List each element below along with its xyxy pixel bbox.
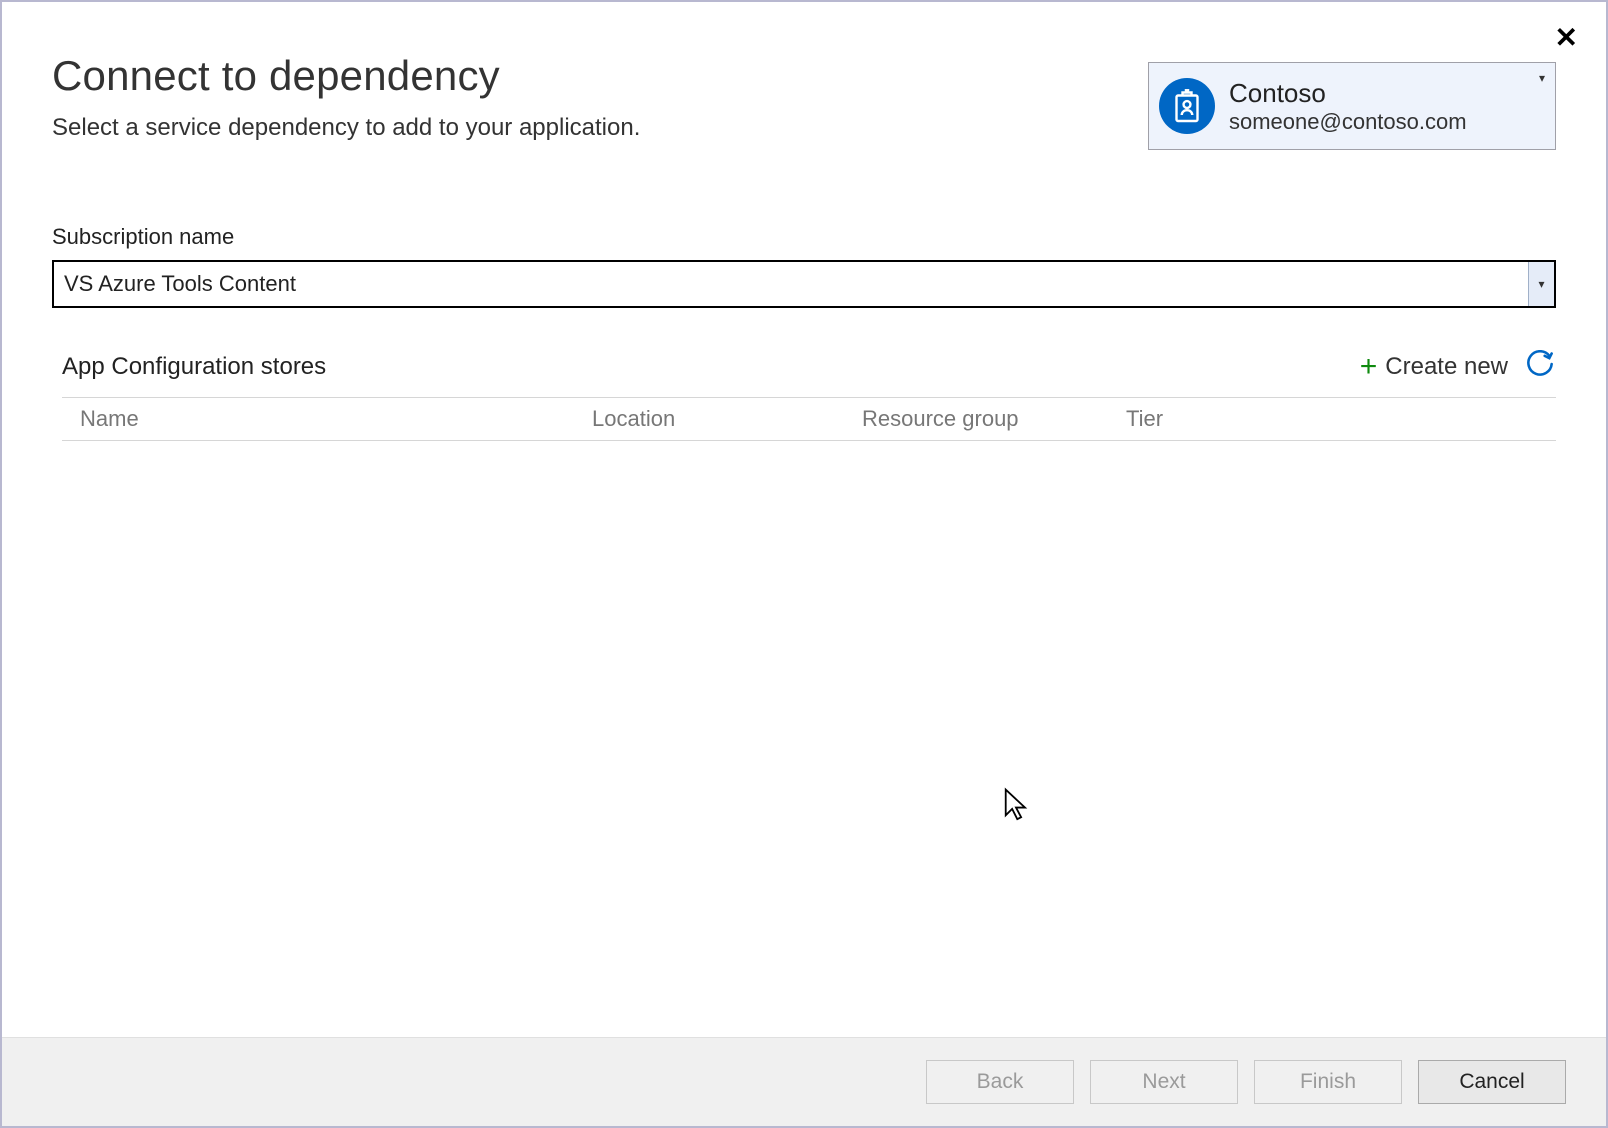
page-subtitle: Select a service dependency to add to yo… <box>52 114 1148 142</box>
create-new-button[interactable]: + Create new <box>1360 352 1508 382</box>
column-location: Location <box>592 406 862 432</box>
table-header: Name Location Resource group Tier <box>62 397 1556 441</box>
account-switcher[interactable]: Contoso someone@contoso.com ▾ <box>1148 62 1556 150</box>
chevron-down-icon[interactable]: ▾ <box>1528 262 1554 306</box>
account-name: Contoso <box>1229 78 1537 109</box>
close-button[interactable]: ✕ <box>1555 24 1578 52</box>
next-button[interactable]: Next <box>1090 1060 1238 1104</box>
refresh-button[interactable] <box>1526 350 1554 383</box>
account-badge-icon <box>1159 78 1215 134</box>
column-tier: Tier <box>1126 406 1556 432</box>
account-email: someone@contoso.com <box>1229 109 1537 135</box>
cancel-button[interactable]: Cancel <box>1418 1060 1566 1104</box>
subscription-label: Subscription name <box>52 224 1556 250</box>
subscription-value: VS Azure Tools Content <box>54 262 1528 306</box>
create-new-label: Create new <box>1385 353 1508 381</box>
chevron-down-icon: ▾ <box>1537 69 1547 87</box>
plus-icon: + <box>1360 352 1378 382</box>
subscription-select[interactable]: VS Azure Tools Content ▾ <box>52 260 1556 308</box>
column-resource-group: Resource group <box>862 406 1126 432</box>
stores-title: App Configuration stores <box>62 353 326 381</box>
finish-button[interactable]: Finish <box>1254 1060 1402 1104</box>
column-name: Name <box>62 406 592 432</box>
page-title: Connect to dependency <box>52 52 1148 100</box>
wizard-footer: Back Next Finish Cancel <box>2 1037 1606 1126</box>
back-button[interactable]: Back <box>926 1060 1074 1104</box>
